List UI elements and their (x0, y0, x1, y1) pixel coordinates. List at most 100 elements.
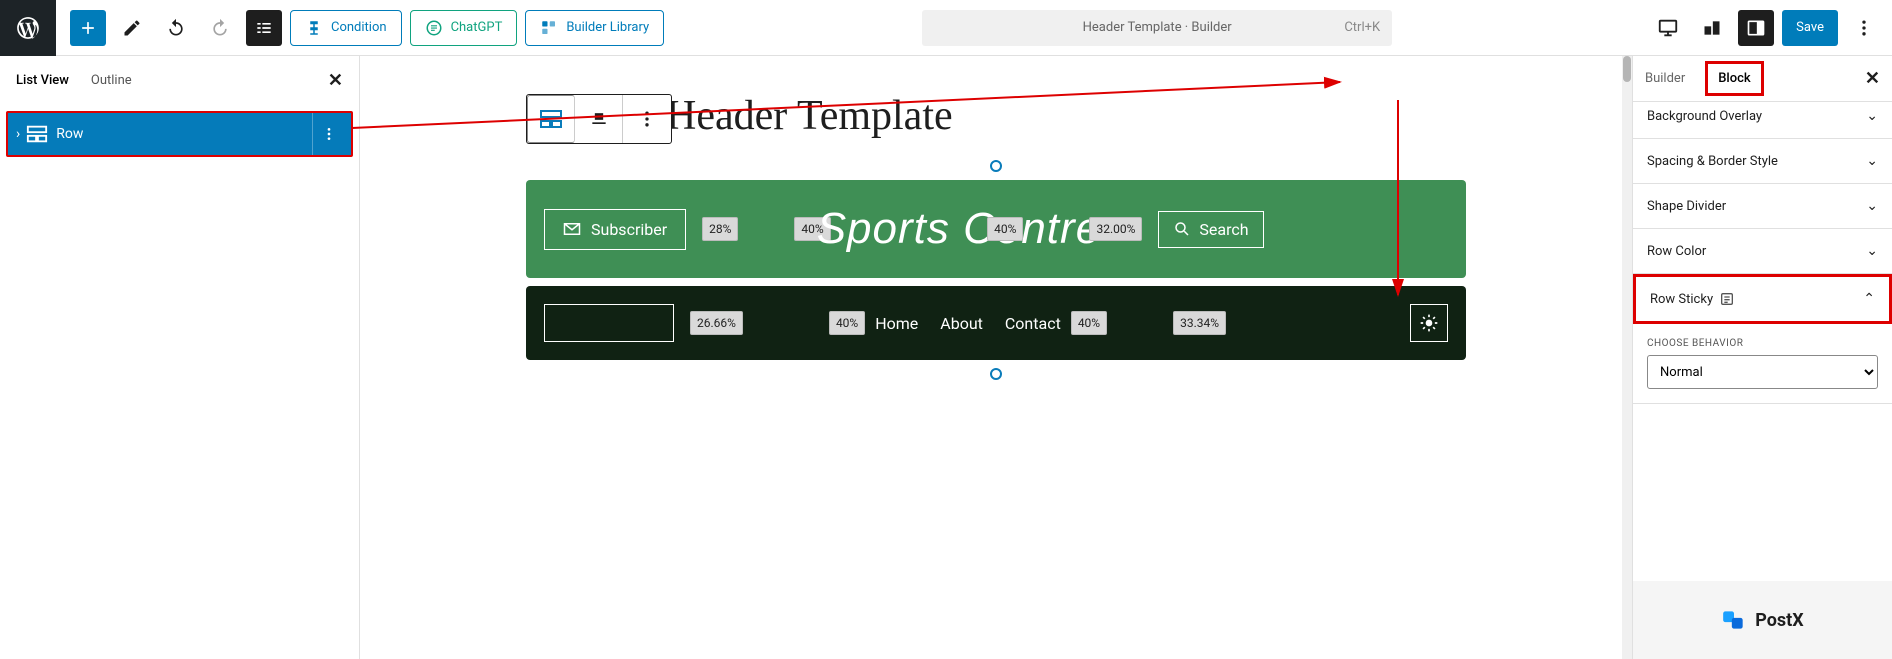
width-badge: 28% (702, 217, 738, 241)
save-button[interactable]: Save (1782, 10, 1838, 46)
tab-builder[interactable]: Builder (1645, 71, 1685, 86)
add-block-button[interactable] (70, 10, 106, 46)
chevron-down-icon: ⌄ (1866, 198, 1878, 214)
row-label: Row (56, 126, 83, 142)
tab-outline[interactable]: Outline (91, 73, 132, 88)
width-badge: 40% (829, 311, 865, 335)
left-panel: List View Outline ✕ › Row (0, 56, 360, 659)
section-title: Shape Divider (1647, 199, 1726, 214)
page-title: Header Template (666, 92, 1466, 140)
editor-canvas[interactable]: Header Template Subscriber 28% 40% Sport… (360, 56, 1632, 659)
postx-brand: PostX (1633, 581, 1892, 659)
dark-panel-button[interactable] (1694, 10, 1730, 46)
sun-icon (1419, 313, 1439, 333)
width-badge: 40% (1071, 311, 1107, 335)
resize-handle-top[interactable] (990, 160, 1002, 172)
list-icon (254, 18, 274, 38)
builder-library-button[interactable]: Builder Library (525, 10, 664, 46)
more-options-button[interactable] (1846, 10, 1882, 46)
subscriber-label: Subscriber (591, 220, 667, 239)
tab-list-view[interactable]: List View (16, 73, 69, 88)
condition-button[interactable]: Condition (290, 10, 402, 46)
close-right-panel[interactable]: ✕ (1865, 68, 1880, 89)
section-spacing-border[interactable]: Spacing & Border Style⌄ (1633, 139, 1892, 184)
block-align-button[interactable] (575, 95, 623, 143)
block-toolbar (526, 94, 672, 144)
undo-button[interactable] (158, 10, 194, 46)
kebab-icon (637, 109, 657, 129)
header-row-secondary[interactable]: 26.66% 40% Home About Contact 40% 33.34% (526, 286, 1466, 360)
chevron-up-icon: ⌃ (1863, 291, 1875, 307)
nav-link[interactable]: About (940, 314, 983, 333)
desktop-icon (1657, 17, 1679, 39)
canvas-inner: Header Template Subscriber 28% 40% Sport… (526, 92, 1466, 380)
section-title: Row Sticky (1650, 292, 1713, 307)
sidebar-toggle-button[interactable] (1738, 10, 1774, 46)
chevron-down-icon: ⌄ (1866, 108, 1878, 124)
search-icon (1173, 220, 1191, 238)
search-label: Search (1199, 220, 1248, 239)
width-badge: 32.00% (1089, 217, 1142, 241)
tab-block[interactable]: Block (1705, 61, 1763, 96)
section-shape-divider[interactable]: Shape Divider ⌄ (1633, 184, 1892, 229)
section-row-color[interactable]: Row Color ⌄ (1633, 229, 1892, 274)
subscriber-button[interactable]: Subscriber (544, 209, 686, 250)
undo-icon (166, 18, 186, 38)
row-icon (26, 123, 48, 145)
row-sticky-body: CHOOSE BEHAVIOR Normal (1633, 324, 1892, 403)
pencil-icon (122, 18, 142, 38)
left-panel-tabs: List View Outline ✕ (0, 56, 359, 105)
section-row-sticky[interactable]: Row Sticky ⌃ CHOOSE BEHAVIOR Normal (1633, 274, 1892, 404)
right-panel: Builder Block ✕ Background Overlay ⌄ Spac… (1632, 56, 1892, 659)
search-button[interactable]: Search (1158, 211, 1263, 248)
desktop-view-button[interactable] (1650, 10, 1686, 46)
library-icon (540, 19, 558, 37)
block-more-button[interactable] (623, 95, 671, 143)
nav-link[interactable]: Home (875, 314, 918, 333)
dark-mode-toggle[interactable] (1410, 304, 1448, 342)
wordpress-logo[interactable] (0, 0, 56, 56)
list-view-toggle[interactable] (246, 10, 282, 46)
editor-topbar: Condition ChatGPT Builder Library Header… (0, 0, 1892, 56)
chevron-right-icon: › (16, 126, 20, 142)
redo-button[interactable] (202, 10, 238, 46)
section-title: Spacing & Border Style (1647, 154, 1778, 169)
note-icon (1719, 291, 1735, 307)
nav-link[interactable]: Contact (1005, 314, 1061, 333)
chevron-down-icon: ⌄ (1866, 243, 1878, 259)
width-badge: 26.66% (690, 311, 743, 335)
row-options-button[interactable] (312, 113, 345, 155)
mail-icon (563, 220, 581, 238)
edit-button[interactable] (114, 10, 150, 46)
chatgpt-button[interactable]: ChatGPT (410, 10, 518, 46)
doc-title: Header Template · Builder (1083, 20, 1232, 35)
wordpress-icon (15, 15, 41, 41)
topbar-right: Save (1650, 10, 1882, 46)
scrollbar[interactable] (1622, 56, 1632, 659)
list-item-row[interactable]: › Row (6, 111, 353, 157)
kebab-icon (321, 126, 337, 142)
panels-icon (1702, 18, 1722, 38)
library-label: Builder Library (566, 20, 649, 35)
section-title: Row Color (1647, 244, 1706, 259)
kebab-icon (1854, 18, 1874, 38)
chatgpt-label: ChatGPT (451, 20, 503, 35)
redo-icon (210, 18, 230, 38)
behavior-select[interactable]: Normal (1647, 355, 1878, 389)
section-title: Background Overlay (1647, 109, 1762, 124)
close-left-panel[interactable]: ✕ (328, 70, 343, 91)
chatgpt-icon (425, 19, 443, 37)
section-background-overlay[interactable]: Background Overlay ⌄ (1633, 102, 1892, 139)
placeholder-box (544, 304, 674, 342)
header-row-primary[interactable]: Subscriber 28% 40% Sports Centre 40% 32.… (526, 180, 1466, 278)
right-panel-tabs: Builder Block ✕ (1633, 56, 1892, 102)
block-type-button[interactable] (527, 95, 575, 143)
condition-icon (305, 19, 323, 37)
document-title-bar[interactable]: Header Template · Builder Ctrl+K (922, 10, 1392, 46)
sidebar-icon (1746, 18, 1766, 38)
postx-icon (1721, 607, 1747, 633)
row-icon (539, 107, 563, 131)
width-badge: 40% (987, 217, 1023, 241)
workspace: List View Outline ✕ › Row (0, 56, 1892, 659)
resize-handle-bottom[interactable] (990, 368, 1002, 380)
